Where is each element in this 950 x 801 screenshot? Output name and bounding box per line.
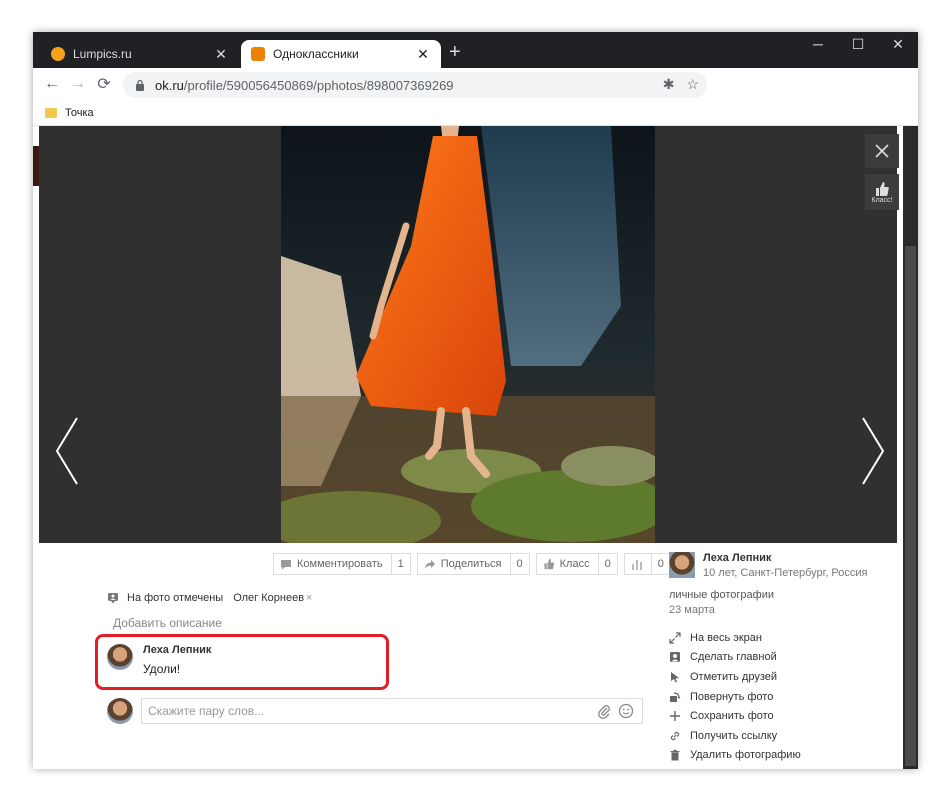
tab-close-icon[interactable]: ✕ [415, 46, 431, 63]
remove-tag-button[interactable]: × [306, 592, 312, 604]
like-count: 0 [597, 554, 617, 574]
comment-count: 1 [390, 554, 410, 574]
menu-item-make-main[interactable]: Сделать главной [669, 648, 899, 668]
photo-action-bar: Комментировать 1 Поделиться 0 Класс 0 0 [273, 553, 671, 575]
share-icon [424, 559, 435, 569]
tab-strip: Lumpics.ru ✕ Одноклассники ✕ + ─ ☐ ✕ [33, 32, 918, 68]
tab-odnoklassniki[interactable]: Одноклассники ✕ [241, 40, 441, 68]
photo-menu: На весь экран Сделать главной Отметить д… [669, 628, 899, 765]
browser-toolbar: ← → ⟳ ok.ru/profile/590056450869/pphotos… [33, 68, 918, 128]
bookmark-tochka[interactable]: Точка [65, 107, 94, 119]
profile-icon [670, 652, 680, 663]
next-photo-arrow-icon[interactable] [859, 416, 887, 486]
tagged-person-link[interactable]: Олег Корнеев [233, 592, 304, 604]
back-arrow-icon[interactable]: ← [39, 75, 65, 93]
stats-icon [631, 560, 642, 570]
tag-person-icon [108, 593, 118, 604]
avatar[interactable] [669, 552, 695, 578]
thumbs-up-icon [876, 181, 889, 196]
lock-icon [136, 79, 144, 91]
trash-icon [670, 750, 680, 761]
rotate-icon [670, 691, 681, 702]
comment-input[interactable]: Скажите пару слов... [141, 698, 643, 724]
like-button[interactable]: Класс 0 [535, 553, 618, 575]
menu-item-label: Отметить друзей [690, 670, 778, 683]
owner-name[interactable]: Леха Лепник [703, 552, 868, 564]
menu-item-fullscreen[interactable]: На весь экран [669, 628, 899, 648]
album-link[interactable]: личные фотографии [669, 589, 899, 601]
comment-button[interactable]: Комментировать 1 [273, 553, 411, 575]
cursor-icon [671, 671, 679, 683]
photo-image[interactable] [281, 126, 655, 543]
attach-icon[interactable] [596, 703, 612, 719]
menu-item-tag-friends[interactable]: Отметить друзей [669, 667, 899, 687]
tagged-people-row: На фото отмечены Олег Корнеев × [107, 592, 312, 604]
menu-item-label: На весь экран [690, 631, 762, 644]
close-window-button[interactable]: ✕ [883, 36, 913, 53]
like-button-label: Класс [559, 558, 590, 570]
browser-window: Lumpics.ru ✕ Одноклассники ✕ + ─ ☐ ✕ ← →… [33, 32, 918, 769]
menu-item-label: Удалить фотографию [690, 749, 801, 762]
add-description-link[interactable]: Добавить описание [113, 616, 222, 630]
folder-icon [45, 107, 57, 118]
tab-title: Lumpics.ru [73, 47, 132, 61]
menu-item-label: Сделать главной [690, 651, 777, 664]
scrollbar-thumb[interactable] [905, 246, 916, 766]
owner-meta: 10 лет, Санкт-Петербург, Россия [703, 567, 868, 579]
reload-icon[interactable]: ⟳ [91, 74, 117, 94]
smile-icon[interactable] [618, 703, 634, 719]
class-button-label: Класс! [871, 196, 893, 204]
menu-item-get-link[interactable]: Получить ссылку [669, 726, 899, 746]
close-viewer-button[interactable] [865, 134, 899, 168]
extension-puzzle-icon[interactable]: ✱ [663, 76, 675, 93]
page-viewport: Класс! Комментировать 1 Поделиться 0 Кла… [33, 126, 918, 769]
share-button[interactable]: Поделиться 0 [416, 553, 530, 575]
ok-favicon-icon [251, 47, 265, 61]
comment-button-label: Комментировать [297, 558, 383, 570]
bookmark-star-icon[interactable]: ☆ [686, 76, 699, 93]
photo-info-panel: Леха Лепник 10 лет, Санкт-Петербург, Рос… [669, 552, 899, 765]
new-tab-button[interactable]: + [449, 42, 461, 62]
photo-date: 23 марта [669, 604, 715, 616]
tab-title: Одноклассники [273, 47, 359, 61]
comment-icon [281, 559, 291, 569]
menu-item-label: Получить ссылку [690, 729, 778, 742]
plus-icon [670, 711, 680, 722]
share-count: 0 [509, 554, 529, 574]
menu-item-save[interactable]: Сохранить фото [669, 706, 899, 726]
thumbs-up-icon [544, 558, 554, 570]
fullscreen-icon [669, 632, 681, 644]
forward-arrow-icon[interactable]: → [65, 75, 91, 93]
comment-highlight-frame [95, 634, 389, 690]
stats-button[interactable]: 0 [623, 553, 671, 575]
previous-photo-arrow-icon[interactable] [53, 416, 81, 486]
minimize-button[interactable]: ─ [803, 36, 833, 52]
menu-item-delete[interactable]: Удалить фотографию [669, 746, 899, 766]
comment-input-placeholder: Скажите пару слов... [148, 704, 265, 718]
share-button-label: Поделиться [440, 558, 502, 570]
avatar [107, 698, 133, 724]
lumpics-favicon-icon [51, 47, 65, 61]
bookmarks-bar: Точка [33, 100, 918, 126]
class-button[interactable]: Класс! [865, 174, 899, 210]
close-icon [875, 144, 889, 158]
url-text: ok.ru/profile/590056450869/pphotos/89800… [155, 77, 454, 93]
tab-lumpics[interactable]: Lumpics.ru ✕ [41, 40, 239, 68]
comment-input-row: Скажите пару слов... [107, 698, 643, 724]
tagged-label: На фото отмечены [127, 592, 224, 604]
menu-item-label: Повернуть фото [690, 690, 774, 703]
address-bar[interactable]: ok.ru/profile/590056450869/pphotos/89800… [123, 72, 707, 98]
menu-item-label: Сохранить фото [690, 710, 774, 723]
menu-item-rotate[interactable]: Повернуть фото [669, 687, 899, 707]
tab-close-icon[interactable]: ✕ [213, 46, 229, 63]
stats-count: 0 [650, 554, 670, 574]
link-icon [670, 731, 680, 740]
owner-block: Леха Лепник 10 лет, Санкт-Петербург, Рос… [669, 552, 899, 579]
maximize-button[interactable]: ☐ [843, 36, 873, 53]
